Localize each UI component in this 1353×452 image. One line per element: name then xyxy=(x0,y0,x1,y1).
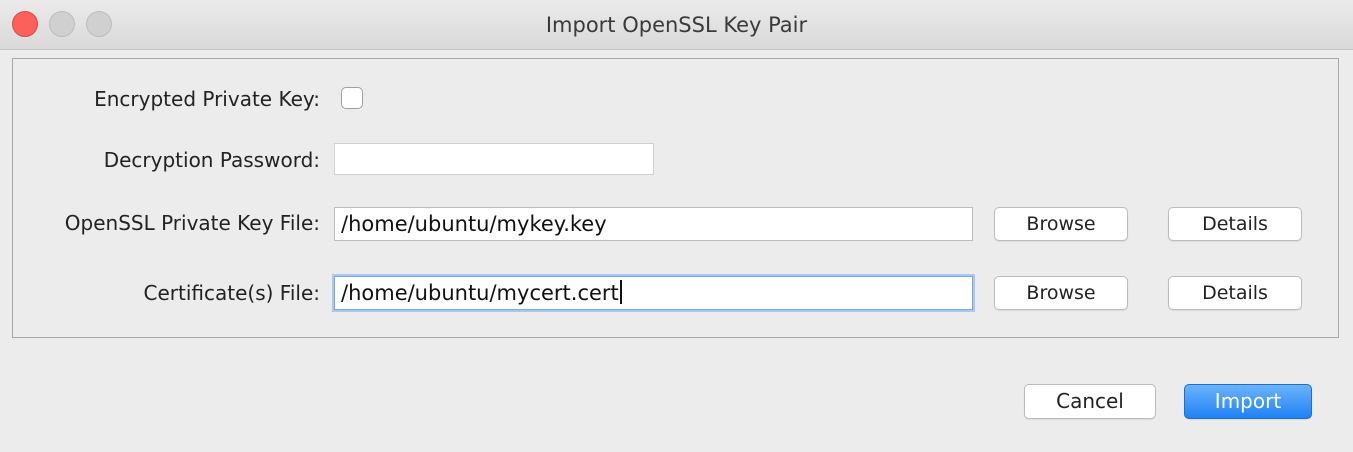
certificate-file-value: /home/ubuntu/mycert.cert xyxy=(341,281,619,305)
decryption-password-input[interactable] xyxy=(334,143,654,175)
certificate-details-button[interactable]: Details xyxy=(1168,276,1302,310)
certificate-file-input[interactable]: /home/ubuntu/mycert.cert xyxy=(334,276,973,310)
window-title: Import OpenSSL Key Pair xyxy=(545,13,808,37)
import-button[interactable]: Import xyxy=(1184,384,1312,419)
private-key-details-button[interactable]: Details xyxy=(1168,207,1302,241)
text-caret xyxy=(619,280,622,304)
title-bar: Import OpenSSL Key Pair xyxy=(0,0,1353,50)
cancel-button[interactable]: Cancel xyxy=(1024,384,1156,419)
private-key-file-label: OpenSSL Private Key File: xyxy=(64,211,320,235)
private-key-browse-button[interactable]: Browse xyxy=(994,207,1128,241)
private-key-file-input[interactable]: /home/ubuntu/mykey.key xyxy=(334,207,973,241)
certificate-browse-button[interactable]: Browse xyxy=(994,276,1128,310)
certificate-file-label: Certificate(s) File: xyxy=(143,281,320,305)
form-panel: Encrypted Private Key: Decryption Passwo… xyxy=(12,58,1339,338)
encrypted-private-key-checkbox[interactable] xyxy=(341,87,363,109)
encrypted-private-key-label: Encrypted Private Key: xyxy=(94,87,320,111)
decryption-password-label: Decryption Password: xyxy=(103,148,320,172)
private-key-file-value: /home/ubuntu/mykey.key xyxy=(341,212,607,236)
